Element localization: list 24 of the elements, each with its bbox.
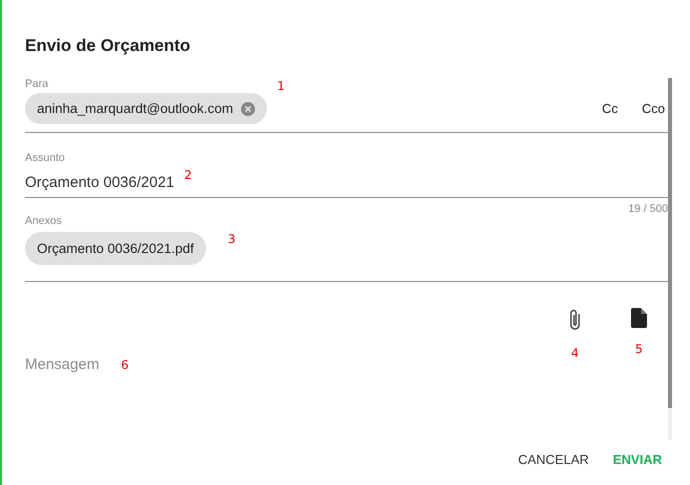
attachment-chip[interactable]: Orçamento 0036/2021.pdf [25,232,206,265]
copy-link[interactable]: Cc [602,101,618,116]
document-icon[interactable] [631,308,647,328]
paperclip-icon[interactable] [568,308,582,332]
subject-field[interactable]: Assunto Orçamento 0036/2021 2 [25,133,668,198]
subject-value: Orçamento 0036/2021 [25,174,174,191]
copy-link[interactable]: Cco [642,101,665,116]
annotation-number: 4 [571,346,579,360]
annotation-number: 3 [228,232,236,246]
chip-text: aninha_marquardt@outlook.com [37,101,234,116]
annotation-number: 5 [635,342,643,356]
recipient-chip[interactable]: aninha_marquardt@outlook.com [25,93,268,124]
remove-icon[interactable] [241,102,256,116]
field-label: Para [25,78,48,90]
recipient-field[interactable]: Para aninha_marquardt@outlook.com 1 Cc Cco [25,72,668,133]
annotation-number: 6 [121,358,129,372]
field-label: Assunto [25,152,65,164]
attachments-field[interactable]: Anexos Orçamento 0036/2021.pdf 3 [25,215,668,282]
cancel-button[interactable]: CANCELAR [510,446,597,473]
character-counter: 19 / 500 [628,203,668,215]
annotation-number: 1 [277,79,285,93]
dialog-title: Envio de Orçamento [25,36,192,57]
annotation-number: 2 [184,168,192,182]
field-label: Anexos [25,215,62,227]
